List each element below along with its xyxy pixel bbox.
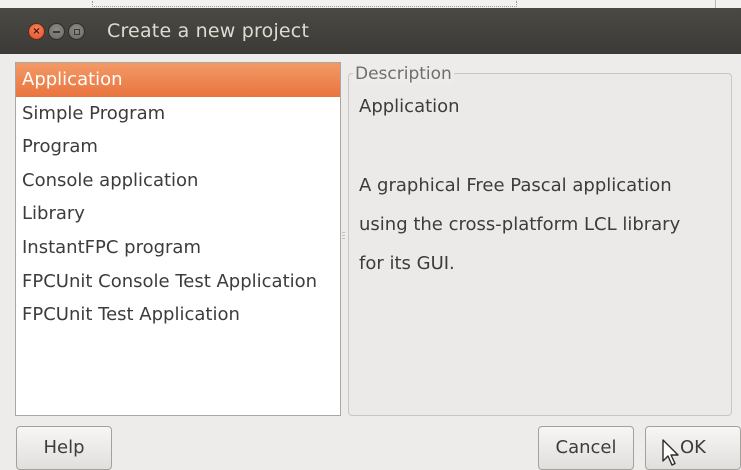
background-dotted-frame: [92, 1, 517, 7]
title-bar[interactable]: × Create a new project: [0, 8, 741, 54]
cancel-button[interactable]: Cancel: [538, 426, 634, 470]
list-item[interactable]: Simple Program: [16, 97, 340, 131]
project-type-list[interactable]: Application Simple Program Program Conso…: [15, 62, 341, 416]
description-title: Application: [359, 96, 460, 117]
splitter-handle[interactable]: [342, 232, 346, 246]
description-body: A graphical Free Pascal application usin…: [359, 166, 724, 283]
ok-button[interactable]: OK: [645, 426, 741, 470]
list-item[interactable]: FPCUnit Test Application: [16, 298, 340, 332]
background-window-strip: [0, 0, 741, 8]
list-item[interactable]: Library: [16, 197, 340, 231]
description-line: for its GUI.: [359, 253, 455, 274]
close-icon[interactable]: ×: [28, 23, 45, 40]
help-button[interactable]: Help: [16, 426, 112, 470]
minimize-icon[interactable]: [48, 23, 65, 40]
list-item[interactable]: FPCUnit Console Test Application: [16, 265, 340, 299]
list-item[interactable]: InstantFPC program: [16, 231, 340, 265]
description-line: using the cross-platform LCL library: [359, 214, 681, 235]
background-divider: [715, 0, 716, 8]
window-title: Create a new project: [107, 20, 310, 42]
list-item[interactable]: Console application: [16, 164, 340, 198]
maximize-icon[interactable]: [68, 23, 85, 40]
list-item[interactable]: Program: [16, 130, 340, 164]
list-item[interactable]: Application: [16, 63, 340, 97]
description-legend: Description: [353, 64, 454, 84]
description-line: A graphical Free Pascal application: [359, 175, 672, 196]
